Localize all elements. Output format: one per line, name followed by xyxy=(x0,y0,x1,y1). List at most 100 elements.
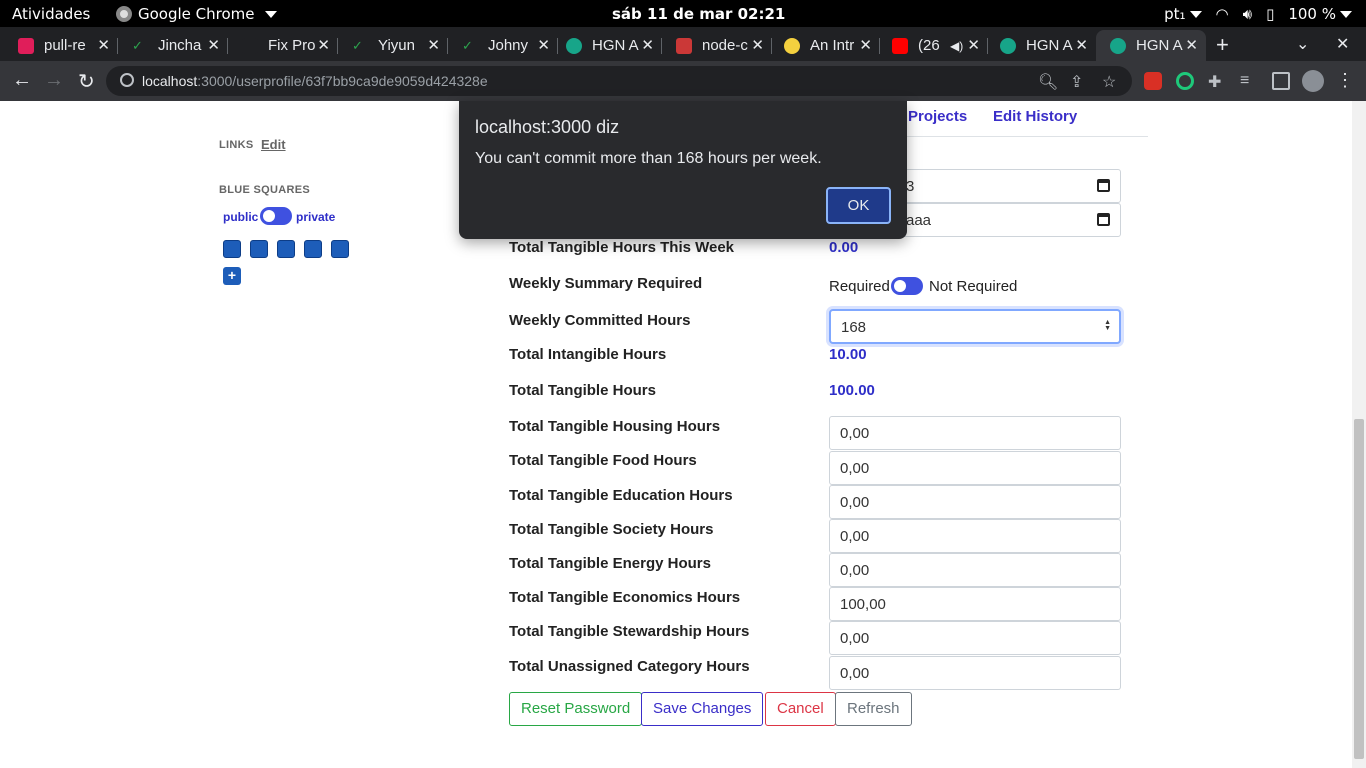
add-blue-square-button[interactable]: + xyxy=(223,267,241,285)
blue-square[interactable] xyxy=(304,240,322,258)
tab-search-icon[interactable]: ⌄ xyxy=(1296,34,1309,54)
system-tray[interactable]: pt₁ ◠ 🔊︎ ▯ 100 % xyxy=(1164,5,1352,23)
blue-square[interactable] xyxy=(277,240,295,258)
caret-down-icon xyxy=(1340,11,1352,18)
close-tab-icon[interactable]: ✕ xyxy=(537,36,550,54)
tab-title: pull-re xyxy=(44,37,86,54)
menu-kebab-icon[interactable]: ⋮ xyxy=(1336,70,1354,91)
close-tab-icon[interactable]: ✕ xyxy=(317,36,330,54)
summary-required-toggle[interactable] xyxy=(891,277,923,295)
battery-level: 100 % xyxy=(1288,5,1336,23)
extension-icon[interactable] xyxy=(1144,72,1162,90)
category-hours-input[interactable]: 0,00 xyxy=(829,451,1121,485)
blue-square[interactable] xyxy=(331,240,349,258)
new-tab-icon[interactable]: + xyxy=(1216,32,1229,58)
close-window-icon[interactable]: ✕ xyxy=(1336,34,1349,54)
chrome-icon xyxy=(116,6,132,22)
tangible-week-value: 0.00 xyxy=(829,239,859,256)
url-text[interactable]: localhost:3000/userprofile/63f7bb9ca9de9… xyxy=(142,73,488,89)
close-tab-icon[interactable]: ✕ xyxy=(641,36,654,54)
puzzle-icon[interactable]: ✚ xyxy=(1208,72,1226,91)
intangible-hours-value: 10.00 xyxy=(829,346,867,363)
browser-tab[interactable]: Fix Pro ✕ xyxy=(228,30,338,61)
browser-tab[interactable]: HGN A ✕ xyxy=(552,30,662,61)
tab-edit-history[interactable]: Edit History xyxy=(993,108,1077,125)
blue-square[interactable] xyxy=(250,240,268,258)
activities-button[interactable]: Atividades xyxy=(12,5,90,23)
side-panel-icon[interactable] xyxy=(1272,72,1290,90)
back-icon[interactable]: ← xyxy=(12,69,32,92)
close-tab-icon[interactable]: ✕ xyxy=(207,36,220,54)
tab-title: (26 xyxy=(918,37,940,54)
battery-icon: ▯ xyxy=(1266,5,1275,23)
close-tab-icon[interactable]: ✕ xyxy=(1075,36,1088,54)
clock[interactable]: sáb 11 de mar 02:21 xyxy=(612,5,785,23)
audio-playing-icon[interactable]: ◀︎) xyxy=(950,39,963,53)
page-scrollbar[interactable] xyxy=(1352,101,1366,768)
browser-tab[interactable]: ✓ Johny ✕ xyxy=(448,30,558,61)
tab-projects[interactable]: Projects xyxy=(908,108,967,125)
category-hours-input[interactable]: 0,00 xyxy=(829,621,1121,655)
avatar[interactable] xyxy=(1302,70,1324,92)
extension-icon[interactable] xyxy=(1176,72,1194,90)
bookmark-star-icon[interactable]: ☆ xyxy=(1102,72,1116,92)
scrollbar-thumb[interactable] xyxy=(1354,419,1364,759)
calendar-icon[interactable] xyxy=(1097,179,1110,192)
npm-icon xyxy=(676,37,692,54)
links-edit-link[interactable]: Edit xyxy=(261,137,286,152)
close-tab-icon[interactable]: ✕ xyxy=(1185,36,1198,54)
system-top-bar: Atividades Google Chrome sáb 11 de mar 0… xyxy=(0,0,1366,27)
committed-hours-input[interactable]: 168 ▲ ▼ xyxy=(829,309,1121,344)
category-hours-input[interactable]: 100,00 xyxy=(829,587,1121,621)
browser-tab[interactable]: pull-re ✕ xyxy=(4,30,118,61)
zoom-icon[interactable]: 🔍︎ xyxy=(1038,72,1058,92)
category-hours-label: Total Tangible Food Hours xyxy=(509,452,697,469)
category-hours-label: Total Tangible Energy Hours xyxy=(509,555,711,572)
category-hours-input[interactable]: 0,00 xyxy=(829,553,1121,587)
check-icon: ✓ xyxy=(352,37,363,53)
app-menu[interactable]: Google Chrome xyxy=(116,5,277,23)
blue-square[interactable] xyxy=(223,240,241,258)
media-controls-icon[interactable]: ≡ xyxy=(1240,72,1258,90)
close-tab-icon[interactable]: ✕ xyxy=(97,36,110,54)
reset-password-button[interactable]: Reset Password xyxy=(509,692,643,726)
browser-tab[interactable]: An Intr ✕ xyxy=(770,30,880,61)
browser-tab[interactable]: HGN A ✕ xyxy=(986,30,1096,61)
browser-tab[interactable]: (26 ◀︎) ✕ xyxy=(878,30,988,61)
browser-tab-active[interactable]: HGN A ✕ xyxy=(1096,30,1206,61)
visibility-toggle[interactable] xyxy=(260,207,292,225)
reload-icon[interactable]: ↻ xyxy=(78,69,95,94)
caret-down-icon xyxy=(264,10,277,18)
address-bar[interactable]: localhost:3000/userprofile/63f7bb9ca9de9… xyxy=(106,66,1132,96)
close-tab-icon[interactable]: ✕ xyxy=(859,36,872,54)
browser-tab[interactable]: ✓ Jincha ✕ xyxy=(118,30,228,61)
browser-tab[interactable]: ✓ Yiyun ✕ xyxy=(338,30,448,61)
check-icon: ✓ xyxy=(462,37,473,53)
dialog-ok-button[interactable]: OK xyxy=(826,187,891,224)
forward-icon[interactable]: → xyxy=(44,69,64,92)
close-tab-icon[interactable]: ✕ xyxy=(967,36,980,54)
close-tab-icon[interactable]: ✕ xyxy=(427,36,440,54)
not-required-label: Not Required xyxy=(929,278,1018,295)
share-icon[interactable]: ⇪ xyxy=(1070,72,1083,92)
category-hours-label: Total Tangible Housing Hours xyxy=(509,418,721,435)
intangible-hours-label: Total Intangible Hours xyxy=(509,346,667,363)
site-info-icon[interactable] xyxy=(120,73,134,87)
category-hours-input[interactable]: 0,00 xyxy=(829,416,1121,450)
stepper-icon[interactable]: ▲ ▼ xyxy=(1104,319,1111,332)
tangible-hours-label: Total Tangible Hours xyxy=(509,382,656,399)
input-method[interactable]: pt₁ xyxy=(1164,5,1185,23)
category-hours-input[interactable]: 0,00 xyxy=(829,485,1121,519)
category-hours-label: Total Unassigned Category Hours xyxy=(509,658,750,675)
refresh-button[interactable]: Refresh xyxy=(835,692,912,726)
close-tab-icon[interactable]: ✕ xyxy=(751,36,764,54)
calendar-icon[interactable] xyxy=(1097,213,1110,226)
hgn-icon xyxy=(1110,37,1126,54)
github-icon xyxy=(242,37,258,54)
category-hours-input[interactable]: 0,00 xyxy=(829,519,1121,553)
category-hours-input[interactable]: 0,00 xyxy=(829,656,1121,690)
required-label: Required xyxy=(829,278,890,295)
cancel-button[interactable]: Cancel xyxy=(765,692,836,726)
browser-tab[interactable]: node-c ✕ xyxy=(662,30,772,61)
save-changes-button[interactable]: Save Changes xyxy=(641,692,764,726)
